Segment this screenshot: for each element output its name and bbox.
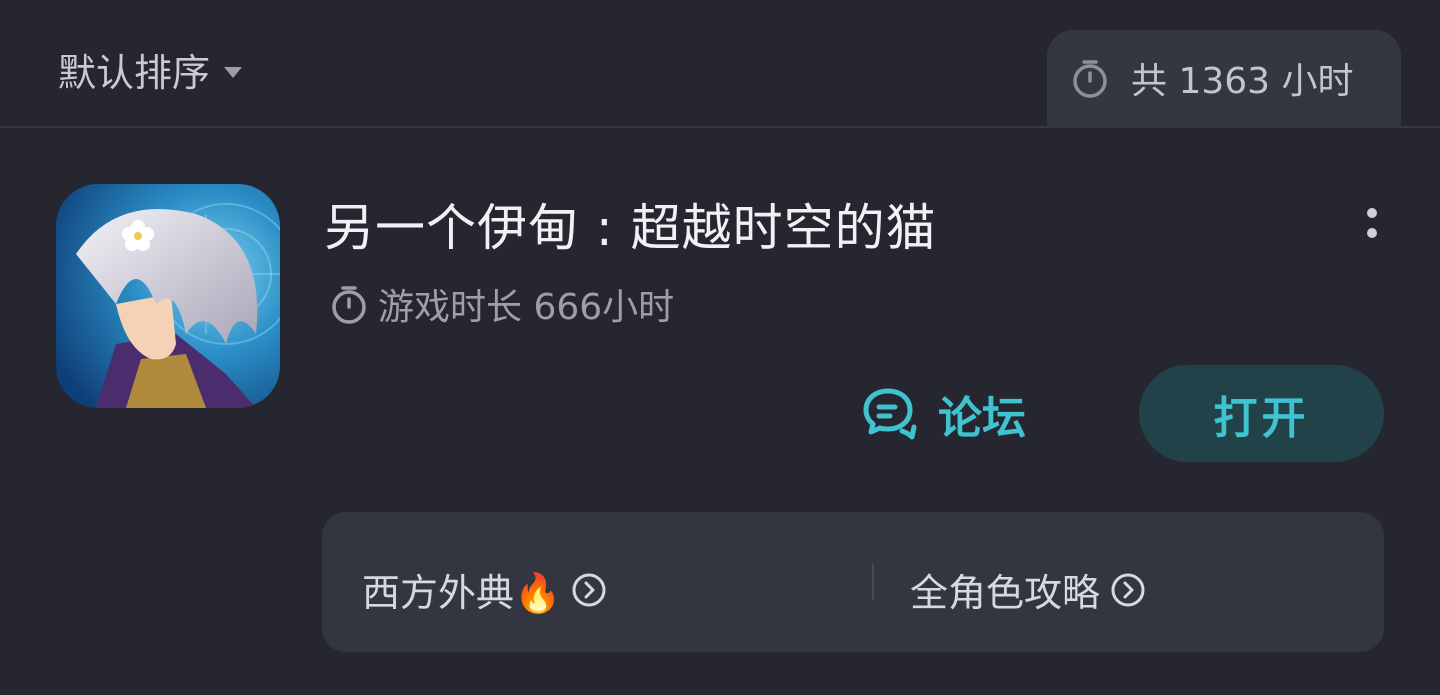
guide-label: 西方外典🔥 [362,571,562,615]
game-title[interactable]: 另一个伊甸 : 超越时空的猫 [324,188,937,260]
total-playtime-tab: 共 1363 小时 [1047,30,1401,126]
sort-dropdown[interactable]: 默认排序 [58,42,243,97]
caret-down-icon [224,67,243,78]
forum-label: 论坛 [938,393,1026,444]
open-button[interactable]: 打开 [1139,365,1384,462]
sort-label: 默认排序 [58,51,211,95]
stopwatch-icon [330,284,368,324]
forum-button[interactable]: 论坛 [862,382,1026,446]
game-app-icon[interactable] [56,184,280,408]
chevron-right-circle-icon [571,572,607,608]
divider [872,564,874,600]
guide-label: 全角色攻略 [910,571,1101,615]
guide-link-all-characters[interactable]: 全角色攻略 [910,562,1146,617]
guide-card: 西方外典🔥 全角色攻略 [322,512,1384,652]
chat-bubbles-icon [862,387,918,441]
total-playtime-label: 共 1363 小时 [1131,61,1354,102]
playtime-label: 游戏时长 666小时 [378,287,675,328]
top-bar: 默认排序 共 1363 小时 [0,0,1440,128]
guide-link-western-apocrypha[interactable]: 西方外典🔥 [362,562,607,617]
game-playtime: 游戏时长 666小时 [330,278,674,330]
chevron-right-circle-icon [1110,572,1146,608]
more-vertical-icon[interactable] [1357,204,1387,248]
stopwatch-icon [1071,58,1109,98]
